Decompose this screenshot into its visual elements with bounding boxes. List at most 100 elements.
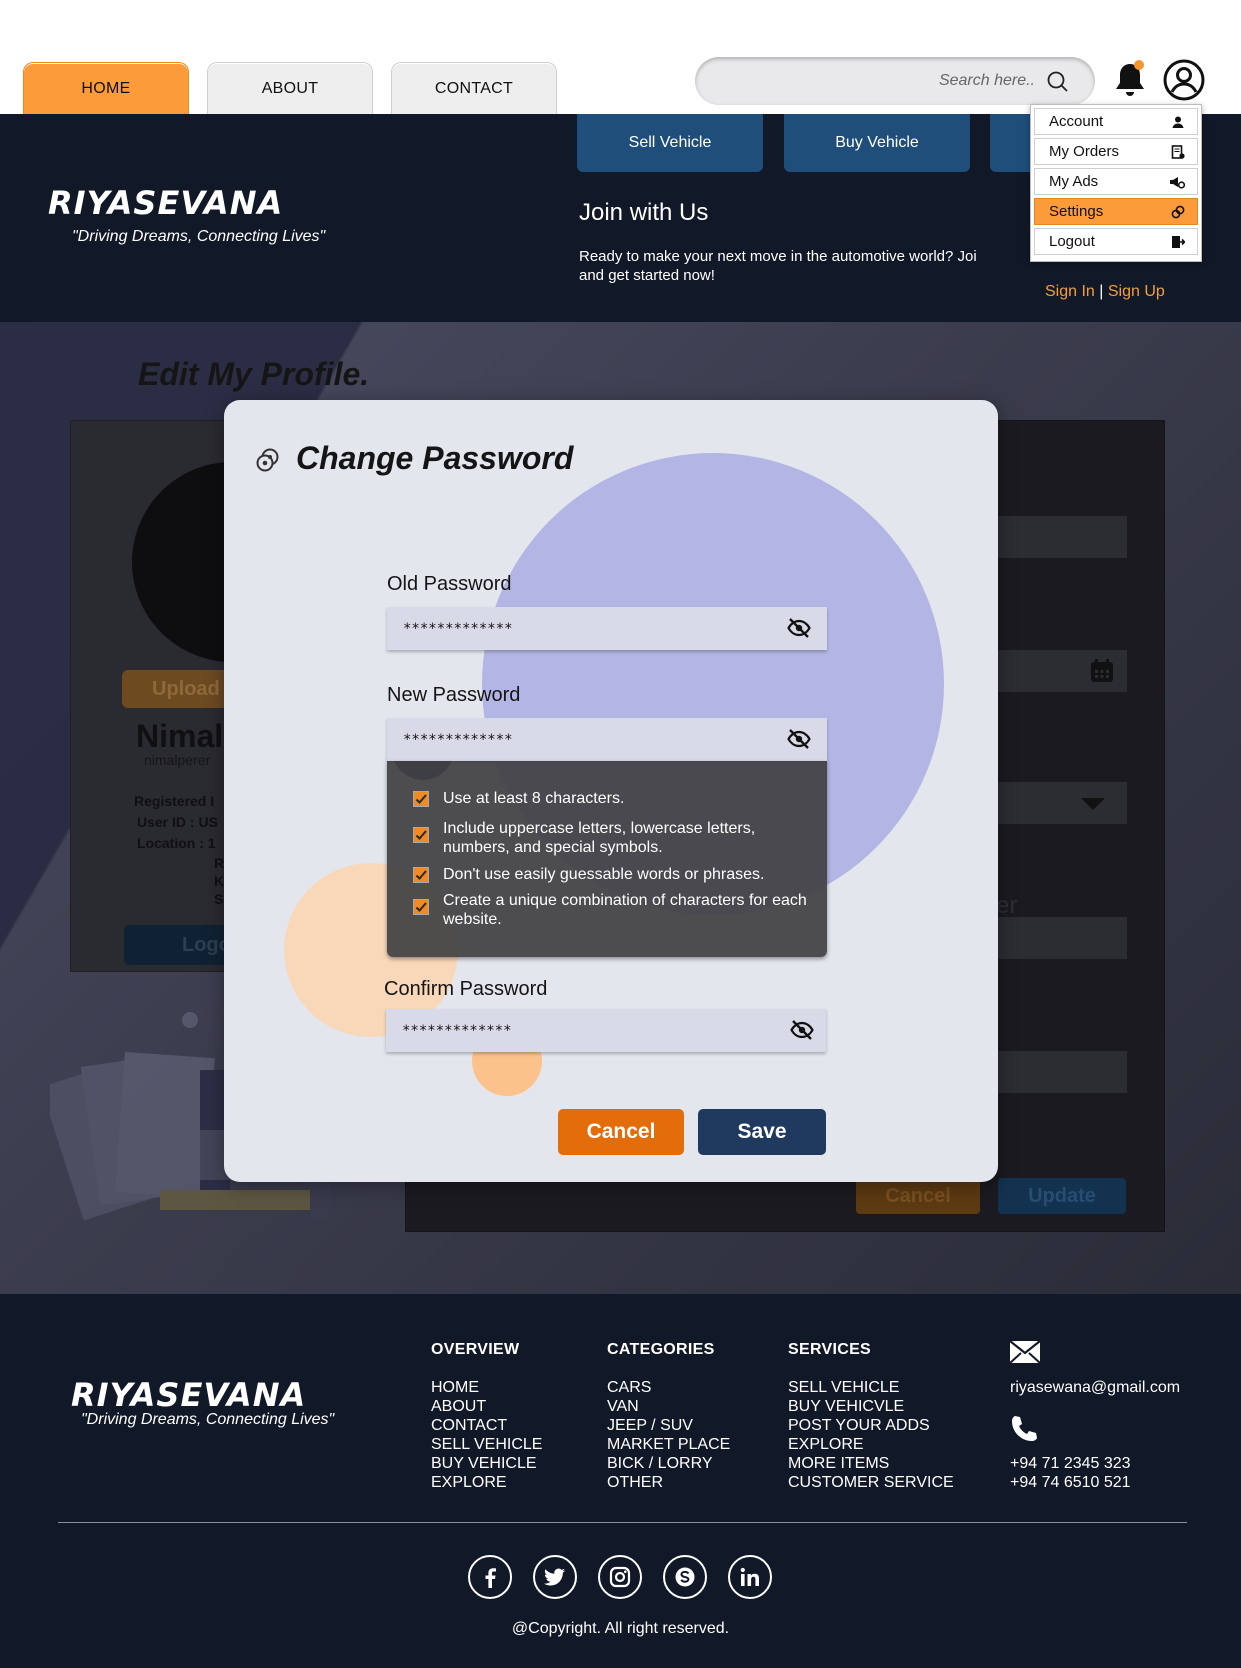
buy-vehicle-button[interactable]: Buy Vehicle — [784, 114, 970, 172]
sell-vehicle-button[interactable]: Sell Vehicle — [577, 114, 763, 172]
footer-link[interactable]: SELL VEHICLE — [431, 1435, 542, 1454]
footer-link[interactable]: MORE ITEMS — [788, 1454, 954, 1473]
password-rule: Create a unique combination of character… — [413, 891, 813, 929]
profile-cancel-button[interactable]: Cancel — [856, 1178, 980, 1214]
menu-item-settings[interactable]: Settings — [1034, 198, 1198, 225]
profile-field[interactable] — [990, 917, 1127, 959]
footer-link[interactable]: BUY VEHICLE — [431, 1454, 542, 1473]
cancel-button[interactable]: Cancel — [558, 1109, 684, 1155]
footer-link[interactable]: POST YOUR ADDS — [788, 1416, 954, 1435]
footer-link[interactable]: CARS — [607, 1378, 730, 1397]
footer-link[interactable]: BICK / LORRY — [607, 1454, 730, 1473]
profile-field-label-fragment: er — [996, 892, 1018, 919]
footer-divider — [58, 1522, 1187, 1523]
user-dropdown-menu: Account My Orders My Ads Settings Logout — [1030, 104, 1202, 262]
footer-link[interactable]: JEEP / SUV — [607, 1416, 730, 1435]
location-label: Location : 1 — [137, 835, 216, 851]
footer-services-heading: SERVICES — [788, 1341, 872, 1358]
footer-phone[interactable]: +94 71 2345 323 — [1010, 1454, 1131, 1473]
menu-item-my-orders[interactable]: My Orders — [1034, 138, 1198, 165]
search-bar — [695, 57, 1095, 105]
footer-phone[interactable]: +94 74 6510 521 — [1010, 1473, 1131, 1492]
user-id-label: User ID : US — [137, 814, 218, 830]
linkedin-icon[interactable] — [728, 1555, 772, 1599]
footer-link[interactable]: MARKET PLACE — [607, 1435, 730, 1454]
calendar-icon — [1091, 659, 1113, 682]
location-line: K — [214, 873, 225, 889]
eye-off-icon[interactable] — [787, 728, 811, 755]
menu-item-label: My Ads — [1049, 173, 1099, 190]
profile-field[interactable] — [990, 1051, 1127, 1093]
profile-update-button[interactable]: Update — [998, 1178, 1126, 1214]
profile-select-field[interactable] — [990, 782, 1127, 824]
save-button[interactable]: Save — [698, 1109, 826, 1155]
old-password-field — [387, 607, 827, 650]
footer-link[interactable]: BUY VEHICVLE — [788, 1397, 954, 1416]
checkbox-checked-icon[interactable] — [413, 827, 429, 843]
footer-overview-heading: OVERVIEW — [431, 1341, 520, 1358]
menu-item-label: Settings — [1049, 203, 1104, 220]
profile-date-field[interactable] — [990, 650, 1127, 692]
footer-link[interactable]: CONTACT — [431, 1416, 542, 1435]
eye-off-icon[interactable] — [790, 1019, 814, 1046]
footer-link[interactable]: SELL VEHICLE — [788, 1378, 954, 1397]
checkbox-checked-icon[interactable] — [413, 867, 429, 883]
footer-link[interactable]: EXPLORE — [431, 1473, 542, 1492]
menu-item-label: Logout — [1049, 233, 1095, 250]
search-icon[interactable] — [1047, 71, 1069, 98]
footer-email[interactable]: riyasewana@gmail.com — [1010, 1378, 1180, 1397]
facebook-icon[interactable] — [468, 1555, 512, 1599]
modal-title: Change Password — [296, 440, 574, 476]
twitter-icon[interactable] — [533, 1555, 577, 1599]
nav-tab-about[interactable]: ABOUT — [207, 62, 373, 114]
eye-off-icon[interactable] — [787, 617, 811, 644]
copyright-text: @Copyright. All right reserved. — [511, 1620, 730, 1637]
footer-services-list: SELL VEHICLE BUY VEHICVLE POST YOUR ADDS… — [788, 1378, 954, 1492]
sign-in-link[interactable]: Sign In — [1045, 283, 1095, 300]
footer-brand: RIYASEVANA — [71, 1376, 307, 1414]
nav-tab-home[interactable]: HOME — [23, 62, 189, 114]
footer-link[interactable]: ABOUT — [431, 1397, 542, 1416]
logout-icon — [1172, 236, 1185, 248]
old-password-input[interactable] — [403, 607, 773, 650]
footer-categories-heading: CATEGORIES — [607, 1341, 715, 1358]
menu-item-account[interactable]: Account — [1034, 108, 1198, 135]
location-line: R — [214, 855, 225, 871]
rule-text: Use at least 8 characters. — [443, 790, 625, 807]
footer-link[interactable]: CUSTOMER SERVICE — [788, 1473, 954, 1492]
checkbox-checked-icon[interactable] — [413, 791, 429, 807]
search-input[interactable] — [715, 57, 1035, 105]
phone-icon — [1009, 1414, 1039, 1449]
footer-phones: +94 71 2345 323 +94 74 6510 521 — [1010, 1454, 1131, 1492]
profile-email: nimalperer — [144, 752, 211, 768]
footer-tagline: "Driving Dreams, Connecting Lives" — [81, 1411, 335, 1428]
header-tagline: "Driving Dreams, Connecting Lives" — [72, 228, 326, 245]
sign-up-link[interactable]: Sign Up — [1108, 283, 1165, 300]
footer-link[interactable]: EXPLORE — [788, 1435, 954, 1454]
footer-link[interactable]: OTHER — [607, 1473, 730, 1492]
confirm-password-input[interactable] — [402, 1009, 772, 1052]
auth-links: Sign In | Sign Up — [1045, 283, 1165, 301]
nav-tab-contact[interactable]: CONTACT — [391, 62, 557, 114]
password-rule: Use at least 8 characters. — [413, 789, 813, 808]
footer-link[interactable]: VAN — [607, 1397, 730, 1416]
profile-field[interactable] — [990, 516, 1127, 558]
checkbox-checked-icon[interactable] — [413, 899, 429, 915]
menu-item-logout[interactable]: Logout — [1034, 228, 1198, 255]
footer-link[interactable]: HOME — [431, 1378, 542, 1397]
confirm-password-label: Confirm Password — [384, 978, 548, 1000]
profile-name: Nimal — [136, 718, 224, 754]
menu-item-my-ads[interactable]: My Ads — [1034, 168, 1198, 195]
user-avatar-icon[interactable] — [1163, 59, 1205, 101]
header-brand: RIYASEVANA — [48, 184, 284, 222]
registered-label: Registered I — [134, 793, 215, 809]
new-password-input[interactable] — [403, 718, 773, 761]
key-settings-icon — [254, 446, 282, 479]
rule-text: Don't use easily guessable words or phra… — [443, 866, 765, 883]
skype-icon[interactable] — [663, 1555, 707, 1599]
password-rule: Don't use easily guessable words or phra… — [413, 865, 813, 884]
instagram-icon[interactable] — [598, 1555, 642, 1599]
ads-icon — [1170, 177, 1185, 189]
new-password-field — [387, 718, 827, 761]
mail-icon — [1009, 1340, 1041, 1369]
